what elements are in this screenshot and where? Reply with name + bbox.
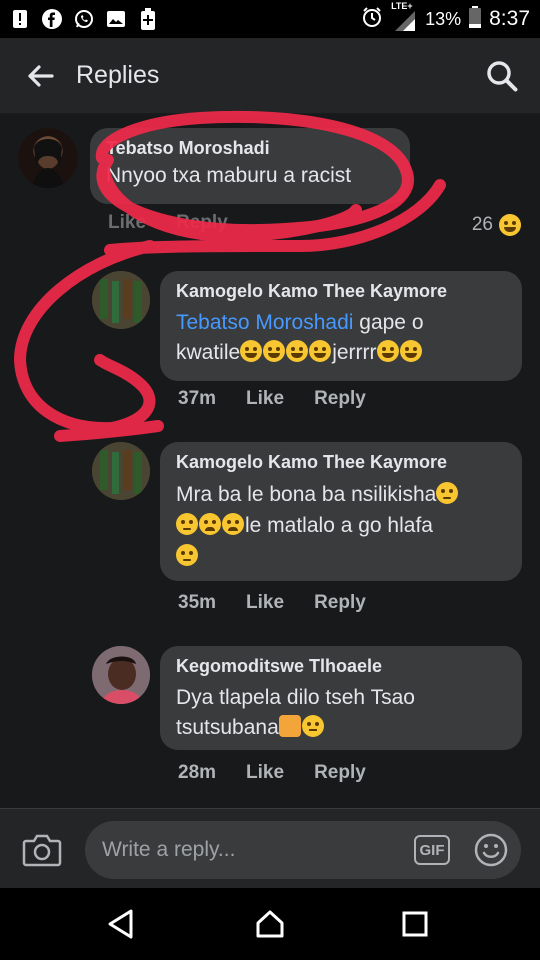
reply-composer: GIF (0, 808, 540, 888)
emoji-button[interactable] (474, 833, 508, 867)
comment-text-part: jerrrr (332, 341, 377, 364)
comment-actions: 35m Like Reply (178, 592, 366, 614)
back-button[interactable] (10, 38, 70, 114)
comment-bubble[interactable]: Tebatso Moroshadi Nnyoo txa maburu a rac… (90, 128, 410, 204)
reply-input[interactable] (85, 821, 521, 879)
rofl-emoji-icon (399, 340, 422, 362)
comment-text-part: tsutsubana (176, 716, 279, 739)
search-icon (487, 61, 518, 92)
home-icon (256, 910, 284, 938)
facebook-icon (42, 9, 62, 29)
alarm-icon (361, 6, 383, 33)
reaction-summary[interactable]: 26 (472, 214, 522, 236)
comment-text: Tebatso Moroshadi gape o kwatile jerrrr (176, 308, 506, 368)
nav-recents-button[interactable] (399, 908, 431, 940)
comments-list: Tebatso Moroshadi Nnyoo txa maburu a rac… (0, 114, 540, 808)
comment-text: Nnyoo txa maburu a racist (106, 164, 352, 187)
like-button[interactable]: Like (108, 212, 146, 234)
smiley-icon (474, 833, 508, 867)
notification-icons (10, 8, 158, 30)
comment-time: 37m (178, 388, 217, 409)
rofl-emoji-icon (309, 340, 332, 362)
comment-text-part: kwatile (176, 341, 241, 364)
battery-icon (469, 5, 482, 33)
system-status: LTE+ 13% 8:37 (361, 1, 530, 33)
reply-button[interactable]: Reply (314, 388, 366, 410)
alert-icon (10, 9, 30, 29)
app-header: Replies (0, 38, 540, 114)
nav-home-button[interactable] (254, 908, 286, 940)
comment-text: Mra ba le bona ba nsilikisha le matlalo … (176, 479, 506, 572)
raising-hands-emoji-icon (278, 715, 301, 737)
image-icon (106, 9, 126, 29)
like-button[interactable]: Like (246, 762, 284, 784)
comment-text-part: gape o (353, 311, 424, 334)
avatar[interactable] (92, 442, 150, 500)
whatsapp-icon (74, 9, 94, 29)
avatar[interactable] (92, 271, 150, 329)
like-button[interactable]: Like (246, 388, 284, 410)
square-recents-icon (402, 911, 428, 937)
comment-time: 28m (178, 762, 217, 783)
comment-author[interactable]: Kamogelo Kamo Thee Kaymore (176, 452, 506, 473)
status-bar: LTE+ 13% 8:37 (0, 0, 540, 38)
eye-roll-emoji-icon (176, 513, 198, 535)
comment-bubble[interactable]: Kamogelo Kamo Thee Kaymore Tebatso Moros… (160, 271, 522, 381)
comment-actions: 28m Like Reply (178, 762, 366, 784)
eye-roll-emoji-icon (436, 482, 459, 504)
grinning-emoji-icon (263, 340, 286, 362)
comment-author[interactable]: Tebatso Moroshadi (106, 138, 394, 159)
comment-actions: 37m Like Reply (178, 388, 366, 410)
clock: 8:37 (489, 7, 530, 30)
like-button[interactable]: Like (246, 592, 284, 614)
comment-item: Tebatso Moroshadi Nnyoo txa maburu a rac… (0, 114, 540, 239)
comment-text: Dya tlapela dilo tseh Tsao tsutsubana (176, 683, 506, 743)
haha-reaction-icon (499, 214, 521, 236)
system-nav-bar (0, 888, 540, 960)
mention-link[interactable]: Tebatso Moroshadi (176, 311, 353, 334)
comment-actions: Like Reply (108, 212, 228, 234)
triangle-back-icon (108, 909, 133, 939)
camera-button[interactable] (22, 833, 62, 867)
eye-roll-emoji-icon (176, 544, 198, 566)
nav-back-button[interactable] (105, 908, 137, 940)
reply-item: Kegomoditswe Tlhoaele Dya tlapela dilo t… (0, 644, 540, 794)
tired-emoji-icon (199, 513, 221, 535)
avatar[interactable] (92, 646, 150, 704)
comment-author[interactable]: Kegomoditswe Tlhoaele (176, 656, 506, 677)
comment-bubble[interactable]: Kegomoditswe Tlhoaele Dya tlapela dilo t… (160, 646, 522, 750)
comment-text-part: Mra ba le bona ba nsilikisha (176, 483, 437, 506)
page-title: Replies (76, 61, 160, 89)
reply-button[interactable]: Reply (176, 212, 228, 234)
search-button[interactable] (484, 58, 520, 94)
grinning-emoji-icon (240, 340, 263, 362)
reply-button[interactable]: Reply (314, 592, 366, 614)
comment-text-part: Dya tlapela dilo tseh Tsao (176, 686, 415, 709)
comment-time: 35m (178, 592, 217, 613)
rofl-emoji-icon (376, 340, 399, 362)
avatar[interactable] (18, 128, 78, 188)
battery-saver-icon (138, 8, 158, 30)
signal-icon: LTE+ (391, 1, 417, 31)
comment-text-part: le matlalo a go hlafa (245, 514, 433, 537)
battery-percent: 13% (425, 8, 462, 29)
reply-item: Kamogelo Kamo Thee Kaymore Mra ba le bon… (0, 439, 540, 619)
camera-icon (22, 834, 62, 867)
neutral-face-emoji-icon (301, 715, 324, 737)
back-arrow-icon (28, 64, 54, 87)
tired-emoji-icon (222, 513, 244, 535)
grinning-emoji-icon (286, 340, 309, 362)
reaction-count: 26 (471, 214, 493, 235)
reply-button[interactable]: Reply (314, 762, 366, 784)
gif-button[interactable]: GIF (414, 835, 450, 865)
comment-bubble[interactable]: Kamogelo Kamo Thee Kaymore Mra ba le bon… (160, 442, 522, 581)
reply-item: Kamogelo Kamo Thee Kaymore Tebatso Moros… (0, 264, 540, 419)
network-type: LTE+ (391, 1, 413, 11)
comment-author[interactable]: Kamogelo Kamo Thee Kaymore (176, 281, 506, 302)
